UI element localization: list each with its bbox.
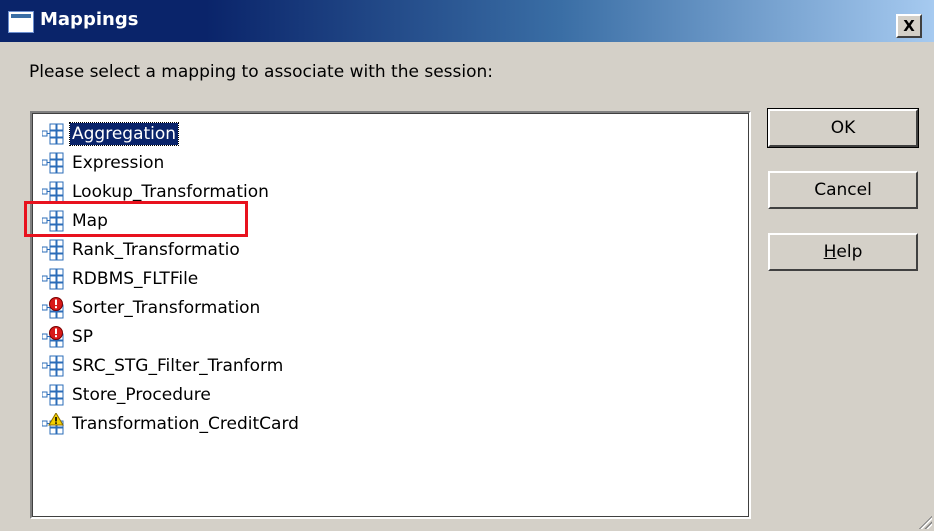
mapping-item[interactable]: Sorter_Transformation [41,293,301,322]
close-button[interactable]: X [896,14,922,38]
mapping-item[interactable]: Rank_Transformatio [41,235,301,264]
mapping-listbox[interactable]: Aggregation Expression Lookup_Transformati… [30,111,751,519]
mapping-item-label: Lookup_Transformation [72,181,269,202]
mapping-icon [41,268,64,290]
mapping-item[interactable]: SRC_STG_Filter_Tranform [41,351,301,380]
mapping-item-label: Aggregation [68,121,180,146]
mapping-item[interactable]: SP [41,322,301,351]
mapping-item-label: Transformation_CreditCard [72,413,299,434]
help-label-rest: elp [836,242,863,262]
ok-button-label: OK [830,118,856,138]
help-mnemonic: H [823,242,837,262]
mapping-item-label: RDBMS_FLTFile [72,268,199,289]
mapping-item[interactable]: Transformation_CreditCard [41,409,301,438]
cancel-button[interactable]: Cancel [768,171,918,209]
mapping-icon [41,239,64,261]
mapping-item[interactable]: Lookup_Transformation [41,177,301,206]
window-icon [8,11,34,33]
mapping-item-label: Expression [72,152,165,173]
ok-button[interactable]: OK [767,108,919,148]
mapping-icon [41,123,64,145]
mapping-icon [41,384,64,406]
help-button-label: Help [824,242,863,262]
mapping-icon [41,355,64,377]
mapping-item-label: Map [72,210,108,231]
mapping-item-label: Rank_Transformatio [72,239,240,260]
mapping-item-label: SP [72,326,94,347]
title-bar: Mappings X [0,0,934,42]
help-button[interactable]: Help [768,233,918,271]
mapping-icon [41,181,64,203]
mapping-list: Aggregation Expression Lookup_Transformati… [41,119,301,438]
mapping-item[interactable]: Expression [41,148,301,177]
invalid-mapping-icon [41,296,64,319]
mapping-item-label: Store_Procedure [72,384,211,405]
mapping-icon [41,210,64,232]
invalid-mapping-icon [41,325,64,348]
mapping-item[interactable]: Store_Procedure [41,380,301,409]
mapping-item[interactable]: Aggregation [41,119,301,148]
cancel-button-label: Cancel [814,180,872,200]
mapping-item[interactable]: Map [41,206,301,235]
mapping-item-label: SRC_STG_Filter_Tranform [72,355,284,376]
mapping-item[interactable]: RDBMS_FLTFile [41,264,301,293]
resize-grip[interactable] [916,513,932,529]
prompt-text: Please select a mapping to associate wit… [29,62,494,82]
mapping-icon [41,152,64,174]
warning-mapping-icon [41,411,64,435]
window-title: Mappings [40,9,139,30]
mapping-item-label: Sorter_Transformation [72,297,261,318]
